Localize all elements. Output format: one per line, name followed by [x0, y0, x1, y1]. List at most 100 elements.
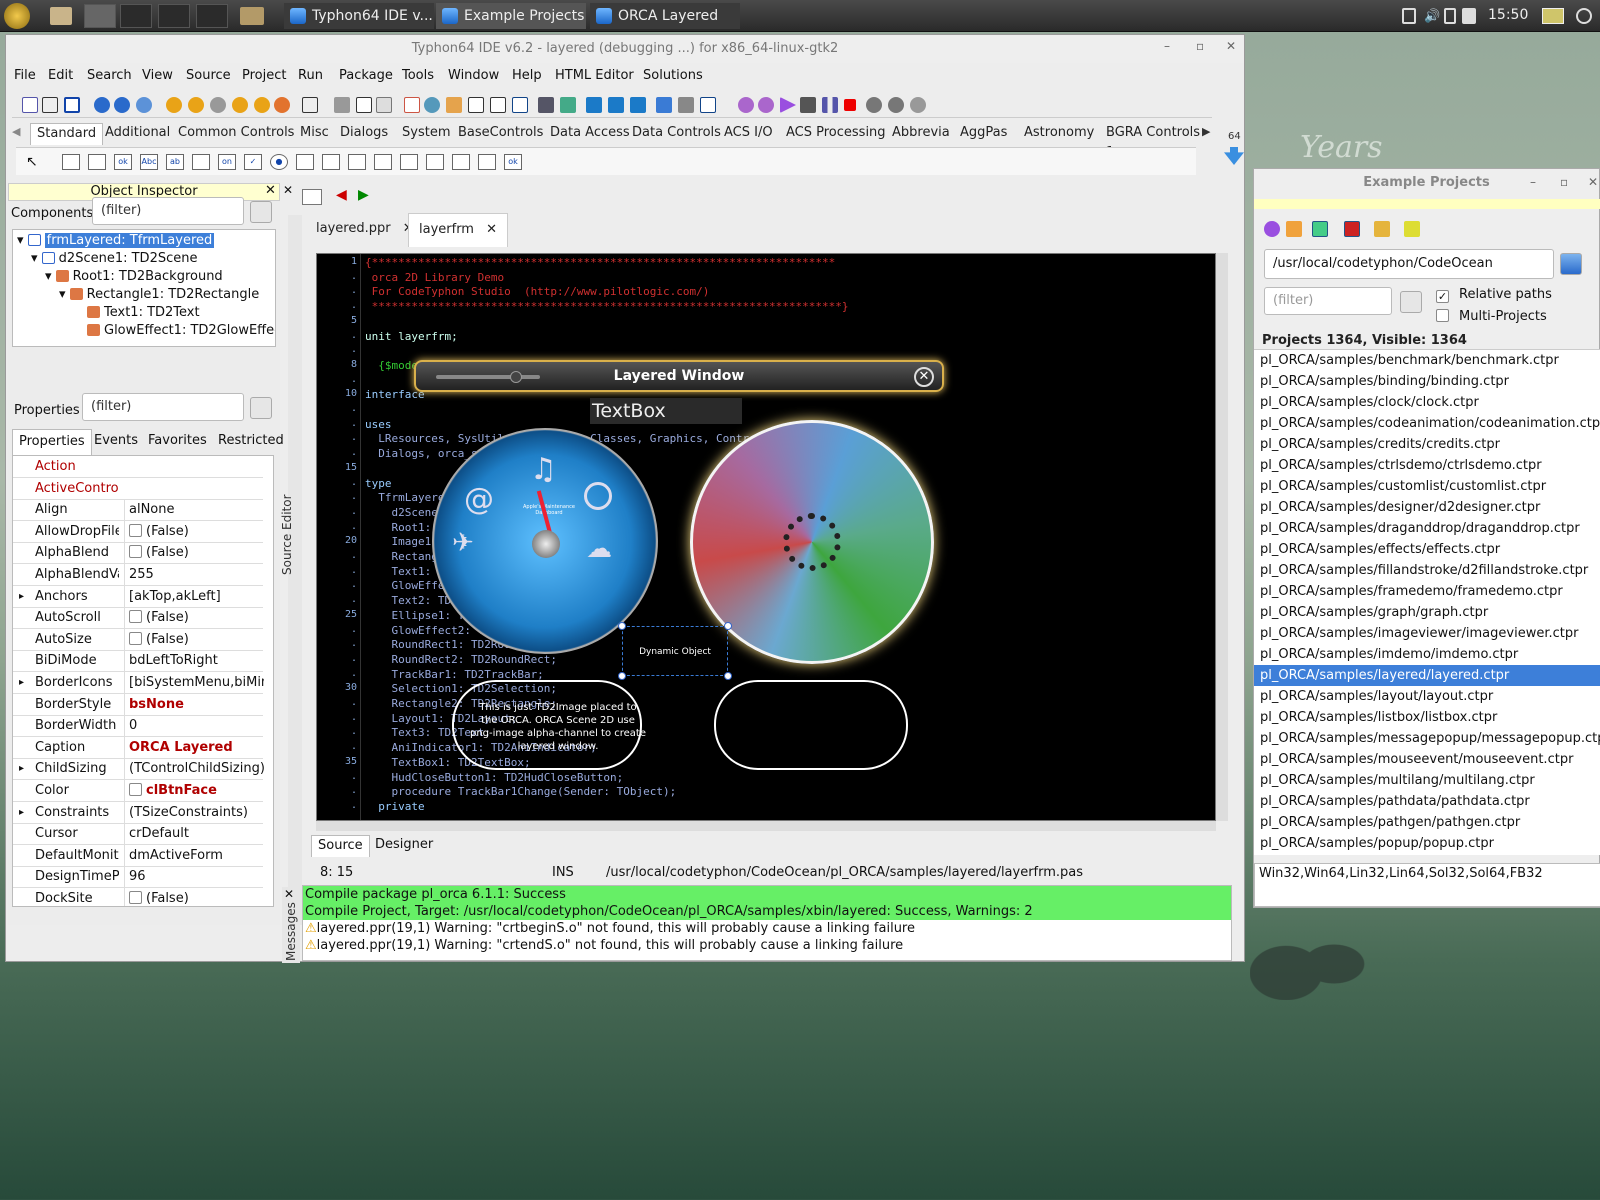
- run-without-debug-icon[interactable]: [800, 97, 816, 113]
- label-icon[interactable]: Abc: [140, 154, 158, 170]
- package-add-icon[interactable]: [232, 97, 248, 113]
- file-manager-icon[interactable]: [50, 7, 72, 25]
- filter-icon[interactable]: [250, 201, 272, 223]
- tab-properties[interactable]: Properties: [12, 429, 92, 455]
- workspace-1[interactable]: [84, 4, 116, 28]
- memo-icon[interactable]: [192, 154, 210, 170]
- relative-paths-checkbox[interactable]: ✓ Relative paths: [1436, 287, 1552, 303]
- property-value[interactable]: alNone: [124, 499, 264, 521]
- property-row[interactable]: DefaultMonitor dmActiveForm: [13, 844, 264, 867]
- tab-layerfrm[interactable]: layerfrm ✕: [408, 213, 509, 247]
- tree-node[interactable]: GlowEffect1: TD2GlowEffect: [87, 322, 275, 340]
- project-item[interactable]: pl_ORCA/samples/pathgen/pathgen.ctpr: [1254, 812, 1600, 833]
- find-next-icon[interactable]: [114, 97, 130, 113]
- toggle-view-icon[interactable]: [512, 97, 528, 113]
- property-row[interactable]: Caption ORCA Layered: [13, 736, 263, 759]
- palette-tab-aggpas[interactable]: AggPas: [954, 123, 1013, 145]
- toggle-form-icon[interactable]: [446, 97, 462, 113]
- property-row[interactable]: BorderStyle bsNone: [13, 693, 263, 716]
- build-all-icon[interactable]: [1404, 221, 1420, 237]
- property-value[interactable]: dmActiveForm: [124, 844, 264, 866]
- run-settings-icon[interactable]: [758, 97, 774, 113]
- property-row[interactable]: BorderWidth 0: [13, 715, 264, 738]
- palette-tab-abbrevia[interactable]: Abbrevia: [886, 123, 956, 145]
- menu-file[interactable]: File: [14, 68, 36, 83]
- inspect-icon[interactable]: [424, 97, 440, 113]
- network-icon[interactable]: [1444, 8, 1456, 24]
- project-item[interactable]: pl_ORCA/samples/graph/graph.ctpr: [1254, 602, 1600, 623]
- menu-run[interactable]: Run: [298, 68, 323, 83]
- project-item[interactable]: pl_ORCA/samples/popup/popup.ctpr: [1254, 833, 1600, 854]
- menu-search[interactable]: Search: [87, 68, 132, 83]
- editor-vertical-scrollbar[interactable]: [1216, 253, 1228, 821]
- property-value[interactable]: bdLeftToRight: [124, 650, 264, 672]
- forward-arrow-icon[interactable]: ▶: [358, 187, 369, 203]
- popup-menu-icon[interactable]: [88, 154, 106, 170]
- editor-menu-icon[interactable]: [302, 189, 322, 205]
- property-value[interactable]: [akTop,akLeft]: [124, 585, 264, 607]
- checkbox[interactable]: ✓: [1436, 290, 1449, 303]
- edit-icon[interactable]: ab: [166, 154, 184, 170]
- checkbox[interactable]: [129, 891, 142, 904]
- delete-icon[interactable]: [1344, 221, 1360, 237]
- options-icon[interactable]: [404, 97, 420, 113]
- property-value[interactable]: (False): [124, 628, 264, 650]
- action-list-icon[interactable]: ok: [504, 154, 522, 170]
- checkbox[interactable]: [129, 523, 142, 537]
- close-icon[interactable]: ✕: [283, 183, 293, 197]
- tab-favorites[interactable]: Favorites: [142, 429, 213, 455]
- project-item[interactable]: pl_ORCA/samples/imageviewer/imageviewer.…: [1254, 623, 1600, 644]
- clock[interactable]: 15:50: [1488, 7, 1528, 23]
- tab-restricted[interactable]: Restricted: [212, 429, 290, 455]
- package-save-icon[interactable]: [210, 97, 226, 113]
- property-row[interactable]: AutoScroll (False): [13, 607, 264, 630]
- project-save-icon[interactable]: [334, 97, 350, 113]
- maximize-icon[interactable]: ▫: [1196, 39, 1204, 53]
- property-row[interactable]: ▸ Anchors [akTop,akLeft]: [13, 585, 264, 608]
- palette-scroll-left-icon[interactable]: ◀: [12, 125, 20, 138]
- frame-icon[interactable]: [478, 154, 496, 170]
- step-into-icon[interactable]: [866, 97, 882, 113]
- projects-filter-input[interactable]: (filter): [1264, 287, 1392, 315]
- clean-icon[interactable]: [1286, 221, 1302, 237]
- new-unit-icon[interactable]: [630, 97, 646, 113]
- checkbox-icon[interactable]: ✓: [244, 154, 262, 170]
- tree-node[interactable]: ▾ Rectangle1: TD2Rectangle: [59, 286, 259, 304]
- project-close-icon[interactable]: [376, 97, 392, 113]
- property-value[interactable]: (False): [124, 888, 264, 906]
- property-row[interactable]: ▸ BorderIcons [biSystemMenu,biMinimize]: [13, 672, 264, 694]
- property-row[interactable]: AlphaBlendValue 255: [13, 564, 263, 586]
- settings-icon[interactable]: [738, 97, 754, 113]
- step-out-icon[interactable]: [910, 97, 926, 113]
- selection-handle[interactable]: [724, 672, 732, 680]
- expand-icon[interactable]: ▸: [19, 672, 24, 693]
- forms-icon[interactable]: [490, 97, 506, 113]
- menu-tools[interactable]: Tools: [402, 68, 434, 83]
- selection-handle[interactable]: [724, 622, 732, 630]
- step-over-icon[interactable]: [888, 97, 904, 113]
- close-icon[interactable]: ✕: [284, 887, 294, 901]
- property-value[interactable]: (False): [124, 607, 264, 629]
- pause-icon[interactable]: [822, 97, 838, 113]
- tree-node[interactable]: ▾ frmLayered: TfrmLayered: [17, 232, 215, 250]
- palette-scroll-right-icon[interactable]: ▶: [1202, 125, 1210, 138]
- property-row[interactable]: ▸ ChildSizing (TControlChildSizing): [13, 758, 264, 781]
- property-value[interactable]: (TSizeConstraints): [124, 801, 264, 823]
- project-item[interactable]: pl_ORCA/samples/ctrlsdemo/ctrlsdemo.ctpr: [1254, 455, 1600, 476]
- property-value[interactable]: 0: [124, 715, 264, 737]
- palette-tab-common-controls[interactable]: Common Controls: [172, 123, 300, 145]
- run-icon[interactable]: [780, 97, 796, 113]
- maximize-icon[interactable]: ▫: [1560, 175, 1568, 189]
- hud-close-button[interactable]: ✕: [914, 367, 934, 387]
- project-save-all-icon[interactable]: [356, 97, 372, 113]
- property-value[interactable]: (False): [124, 520, 264, 542]
- message-item[interactable]: Compile Project, Target: /usr/local/code…: [303, 903, 1231, 920]
- project-item[interactable]: pl_ORCA/samples/designer/d2designer.ctpr: [1254, 497, 1600, 518]
- property-value[interactable]: clBtnFace: [124, 780, 264, 801]
- property-row[interactable]: DockSite (False): [13, 888, 264, 906]
- view-forms-icon[interactable]: [608, 97, 624, 113]
- project-item[interactable]: pl_ORCA/samples/credits/credits.ctpr: [1254, 434, 1600, 455]
- projects-path-input[interactable]: /usr/local/codetyphon/CodeOcean: [1264, 249, 1554, 279]
- taskbar-window-example-projects[interactable]: Example Projects: [436, 3, 586, 29]
- tools-icon[interactable]: [678, 97, 694, 113]
